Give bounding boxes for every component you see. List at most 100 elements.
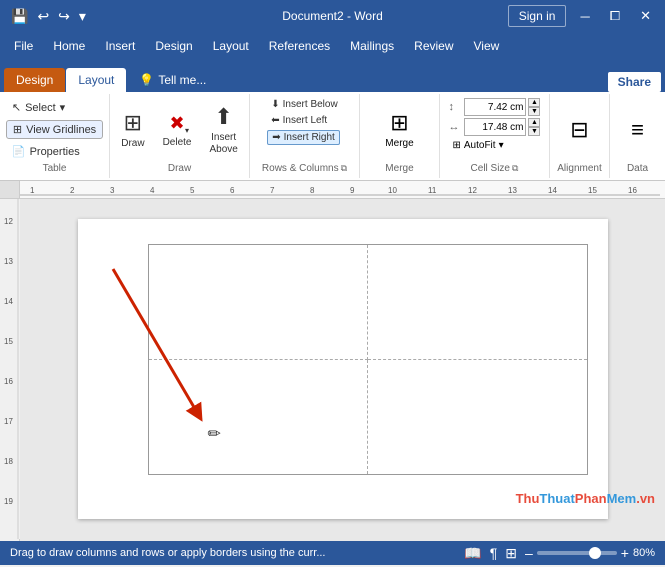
alignment-icon: ⊟ xyxy=(570,117,588,143)
document-title: Document2 - Word xyxy=(282,9,382,23)
watermark-thuat: Thuat xyxy=(539,491,574,506)
select-arrow-icon: ▾ xyxy=(60,101,66,114)
draw-button[interactable]: ⊞ Draw xyxy=(115,106,150,153)
height-down-button[interactable]: ▼ xyxy=(528,107,540,116)
menu-view[interactable]: View xyxy=(464,35,510,57)
document-page: ✏ xyxy=(78,219,608,519)
rows-columns-expand-icon[interactable]: ⧉ xyxy=(341,163,347,174)
ruler-svg: 1 2 3 4 5 6 7 8 9 10 11 12 13 14 15 16 xyxy=(20,181,665,199)
sign-in-button[interactable]: Sign in xyxy=(508,5,567,27)
cell-size-expand-icon[interactable]: ⧉ xyxy=(512,163,518,174)
minimize-button[interactable]: ─ xyxy=(574,7,595,26)
delete-arrow-icon: ▾ xyxy=(185,126,189,135)
svg-text:5: 5 xyxy=(190,186,195,195)
menu-design[interactable]: Design xyxy=(145,35,202,57)
width-input[interactable] xyxy=(464,118,526,136)
ribbon-group-table: ↖ Select ▾ ⊞ View Gridlines 📄 Properties… xyxy=(0,94,110,178)
insert-right-button[interactable]: ➡ Insert Right xyxy=(267,130,340,145)
data-label: Data xyxy=(627,161,648,174)
table-cell-1-2 xyxy=(368,245,588,360)
menu-home[interactable]: Home xyxy=(43,35,95,57)
undo-button[interactable]: ↩ xyxy=(34,6,52,27)
svg-text:13: 13 xyxy=(4,257,13,266)
svg-text:12: 12 xyxy=(468,186,477,195)
close-button[interactable]: ✕ xyxy=(634,6,657,26)
menu-references[interactable]: References xyxy=(259,35,340,57)
svg-text:17: 17 xyxy=(4,417,13,426)
ribbon-group-data: ≡ Data xyxy=(610,94,665,178)
layout-icon: ⊞ xyxy=(505,545,517,562)
svg-text:18: 18 xyxy=(4,457,13,466)
menu-mailings[interactable]: Mailings xyxy=(340,35,404,57)
svg-text:8: 8 xyxy=(310,186,315,195)
redo-button[interactable]: ↪ xyxy=(55,6,73,27)
content-area: 12 13 14 15 16 17 18 19 xyxy=(0,199,665,541)
width-up-button[interactable]: ▲ xyxy=(528,118,540,127)
alignment-button[interactable]: ⊟ xyxy=(557,114,602,146)
share-button[interactable]: Share xyxy=(608,72,661,92)
menu-review[interactable]: Review xyxy=(404,35,463,57)
menu-bar: File Home Insert Design Layout Reference… xyxy=(0,32,665,60)
height-input[interactable] xyxy=(464,98,526,116)
data-button[interactable]: ≡ xyxy=(618,114,658,146)
ribbon-group-cell-size: ↕ ▲ ▼ ↔ ▲ ▼ ⊞ AutoFit ▾ xyxy=(440,94,550,178)
menu-file[interactable]: File xyxy=(4,35,43,57)
watermark-dot-vn: .vn xyxy=(636,491,655,506)
draw-arrow xyxy=(93,249,223,444)
select-button[interactable]: ↖ Select ▾ xyxy=(6,98,71,117)
tab-tell-me[interactable]: 💡 Tell me... xyxy=(127,68,218,92)
tab-design[interactable]: Design xyxy=(4,68,65,92)
insert-above-button[interactable]: ⬆ InsertAbove xyxy=(203,100,243,160)
customize-qat-button[interactable]: ▾ xyxy=(76,6,89,27)
lightbulb-icon: 💡 xyxy=(139,73,154,87)
title-bar-right: Sign in ─ ⧠ ✕ xyxy=(508,5,657,27)
restore-button[interactable]: ⧠ xyxy=(604,6,626,26)
alignment-content: ⊟ xyxy=(557,98,602,161)
autofit-arrow-icon: ▾ xyxy=(499,140,504,151)
width-icon: ↔ xyxy=(448,121,462,133)
svg-text:6: 6 xyxy=(230,186,235,195)
menu-layout[interactable]: Layout xyxy=(203,35,259,57)
svg-text:12: 12 xyxy=(4,217,13,226)
svg-text:11: 11 xyxy=(428,186,437,195)
draw-group-content: ⊞ Draw ✖ ▾ Delete ⬆ InsertAbove xyxy=(115,98,244,161)
svg-text:19: 19 xyxy=(4,497,13,506)
tab-layout[interactable]: Layout xyxy=(66,68,126,92)
title-bar-left: 💾 ↩ ↪ ▾ xyxy=(8,6,89,27)
menu-insert[interactable]: Insert xyxy=(95,35,145,57)
status-text: Drag to draw columns and rows or apply b… xyxy=(10,547,464,559)
watermark-phan: Phan xyxy=(575,491,607,506)
zoom-out-button[interactable]: – xyxy=(525,545,533,561)
delete-button[interactable]: ✖ ▾ Delete xyxy=(157,107,198,152)
ruler-main: 1 2 3 4 5 6 7 8 9 10 11 12 13 14 15 16 xyxy=(20,181,665,198)
zoom-slider-thumb xyxy=(589,547,601,559)
insert-left-icon: ⬅ xyxy=(271,115,279,126)
zoom-in-button[interactable]: + xyxy=(621,545,629,561)
table-cell-2-2 xyxy=(368,360,588,475)
zoom-controls: – + 80% xyxy=(525,545,655,561)
delete-icon: ✖ xyxy=(169,113,184,134)
merge-cells-button[interactable]: ⊞ Merge xyxy=(379,107,419,152)
ribbon-group-draw: ⊞ Draw ✖ ▾ Delete ⬆ InsertAbove Draw xyxy=(110,94,250,178)
cursor-icon: ↖ xyxy=(12,101,21,114)
save-button[interactable]: 💾 xyxy=(8,6,31,27)
width-down-button[interactable]: ▼ xyxy=(528,127,540,136)
properties-button[interactable]: 📄 Properties xyxy=(6,142,86,161)
view-gridlines-button[interactable]: ⊞ View Gridlines xyxy=(6,120,103,139)
height-up-button[interactable]: ▲ xyxy=(528,98,540,107)
ruler-vertical: 12 13 14 15 16 17 18 19 xyxy=(0,199,20,541)
autofit-icon: ⊞ xyxy=(452,140,460,151)
zoom-slider[interactable] xyxy=(537,551,617,555)
draw-group-label: Draw xyxy=(168,161,191,174)
insert-left-button[interactable]: ⬅ Insert Left xyxy=(267,114,331,127)
svg-text:16: 16 xyxy=(4,377,13,386)
svg-text:16: 16 xyxy=(628,186,637,195)
ruler-horizontal: 1 2 3 4 5 6 7 8 9 10 11 12 13 14 15 16 xyxy=(0,181,665,199)
insert-below-button[interactable]: ⬇ Insert Below xyxy=(267,98,341,111)
insert-right-icon: ➡ xyxy=(272,132,280,143)
data-content: ≡ xyxy=(618,98,658,161)
watermark: ThuThuatPhanMem.vn xyxy=(516,491,655,506)
alignment-label: Alignment xyxy=(557,161,601,174)
delete-icon-wrapper: ✖ ▾ xyxy=(165,111,189,135)
autofit-button[interactable]: ⊞ AutoFit ▾ xyxy=(448,138,507,153)
